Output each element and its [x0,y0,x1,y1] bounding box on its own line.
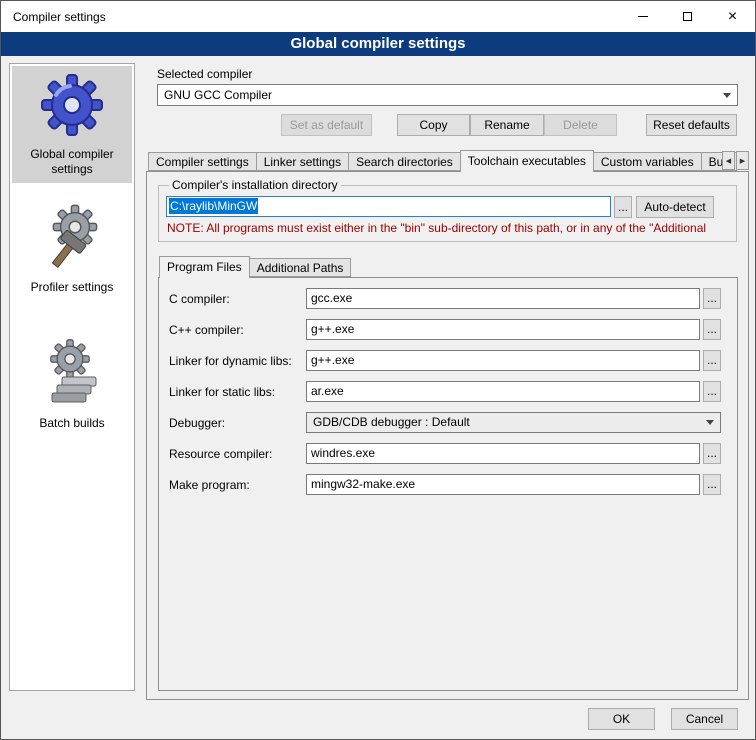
selected-compiler-label: Selected compiler [157,67,749,81]
tab-linker-settings[interactable]: Linker settings [256,152,349,171]
installation-directory-input[interactable]: C:\raylib\MinGW [166,196,611,217]
program-files-tabbar: Program Files Additional Paths [159,256,748,277]
cancel-button[interactable]: Cancel [671,708,738,730]
tab-additional-paths[interactable]: Additional Paths [249,258,352,277]
make-program-browse-button[interactable]: ... [703,474,721,495]
selected-compiler-dropdown[interactable]: GNU GCC Compiler [157,84,738,106]
tab-compiler-settings[interactable]: Compiler settings [148,152,257,171]
set-as-default-button: Set as default [281,114,372,136]
cpp-compiler-input[interactable]: g++.exe [306,319,700,340]
toolchain-executables-page: Compiler's installation directory C:\ray… [146,171,749,700]
linker-static-label: Linker for static libs: [169,385,306,399]
tab-custom-variables[interactable]: Custom variables [593,152,702,171]
compiler-settings-dialog: Compiler settings × Global compiler sett… [0,0,756,740]
make-program-label: Make program: [169,478,306,492]
sidebar-item-label: Global compiler settings [14,147,130,177]
sidebar-item-global-compiler-settings[interactable]: Global compiler settings [12,66,132,183]
form-row-linker-dynamic: Linker for dynamic libs: g++.exe ... [169,350,721,371]
form-row-c-compiler: C compiler: gcc.exe ... [169,288,721,309]
chevron-down-icon [701,414,719,431]
form-row-debugger: Debugger: GDB/CDB debugger : Default [169,412,721,433]
installation-directory-selected-text: C:\raylib\MinGW [169,198,258,214]
main-panel: Selected compiler GNU GCC Compiler Set a… [146,63,749,700]
form-row-linker-static: Linker for static libs: ar.exe ... [169,381,721,402]
sidebar-item-label: Profiler settings [14,280,130,295]
form-row-cpp-compiler: C++ compiler: g++.exe ... [169,319,721,340]
ok-button[interactable]: OK [588,708,655,730]
cpp-compiler-browse-button[interactable]: ... [703,319,721,340]
debugger-dropdown[interactable]: GDB/CDB debugger : Default [306,412,721,433]
compiler-actions: Set as default Copy Rename Delete Reset … [146,114,749,136]
copy-button[interactable]: Copy [397,114,470,136]
page-title: Global compiler settings [1,32,755,56]
close-icon: × [728,9,737,25]
tab-program-files[interactable]: Program Files [159,256,250,278]
c-compiler-browse-button[interactable]: ... [703,288,721,309]
form-row-resource-compiler: Resource compiler: windres.exe ... [169,443,721,464]
resource-compiler-browse-button[interactable]: ... [703,443,721,464]
minimize-button[interactable] [620,1,665,32]
resource-compiler-input[interactable]: windres.exe [306,443,700,464]
bin-subdirectory-note: NOTE: All programs must exist either in … [167,221,714,235]
debugger-label: Debugger: [169,416,306,430]
linker-dynamic-browse-button[interactable]: ... [703,350,721,371]
linker-static-browse-button[interactable]: ... [703,381,721,402]
tab-scroll-left-icon[interactable]: ◀ [722,151,735,170]
reset-defaults-button[interactable]: Reset defaults [646,114,737,136]
tab-toolchain-executables[interactable]: Toolchain executables [460,150,594,172]
sidebar-item-batch-builds[interactable]: Batch builds [12,331,132,437]
linker-dynamic-label: Linker for dynamic libs: [169,354,306,368]
cpp-compiler-label: C++ compiler: [169,323,306,337]
tab-scroll-right-icon[interactable]: ▶ [736,151,749,170]
installation-directory-group: Compiler's installation directory C:\ray… [158,178,737,242]
delete-button: Delete [544,114,617,136]
blue-gear-icon [39,72,105,138]
auto-detect-button[interactable]: Auto-detect [636,196,714,218]
selected-compiler-value: GNU GCC Compiler [164,88,272,102]
c-compiler-input[interactable]: gcc.exe [306,288,700,309]
titlebar: Compiler settings × [1,1,755,32]
linker-static-input[interactable]: ar.exe [306,381,700,402]
window-title: Compiler settings [1,10,620,24]
make-program-input[interactable]: mingw32-make.exe [306,474,700,495]
c-compiler-label: C compiler: [169,292,306,306]
sidebar-item-label: Batch builds [14,416,130,431]
tab-search-directories[interactable]: Search directories [348,152,461,171]
form-row-make-program: Make program: mingw32-make.exe ... [169,474,721,495]
close-button[interactable]: × [710,1,755,32]
linker-dynamic-input[interactable]: g++.exe [306,350,700,371]
profiler-gear-hammer-icon [42,203,102,271]
debugger-value: GDB/CDB debugger : Default [313,415,470,429]
sidebar-item-profiler-settings[interactable]: Profiler settings [12,197,132,301]
program-files-page: C compiler: gcc.exe ... C++ compiler: g+… [158,277,738,691]
tab-scroll-controls: ◀ ▶ [722,151,749,170]
installation-directory-browse-button[interactable]: ... [614,196,632,218]
settings-tabbar: Compiler settings Linker settings Search… [146,150,749,171]
maximize-icon [683,12,692,21]
rename-button[interactable]: Rename [470,114,544,136]
chevron-down-icon [718,86,736,104]
maximize-button[interactable] [665,1,710,32]
installation-directory-group-title: Compiler's installation directory [169,178,341,192]
batch-builds-gear-stack-icon [40,337,104,407]
installation-directory-row: C:\raylib\MinGW ... Auto-detect [166,196,714,217]
minimize-icon [638,16,648,17]
settings-sidebar: Global compiler settings [9,63,135,691]
resource-compiler-label: Resource compiler: [169,447,306,461]
